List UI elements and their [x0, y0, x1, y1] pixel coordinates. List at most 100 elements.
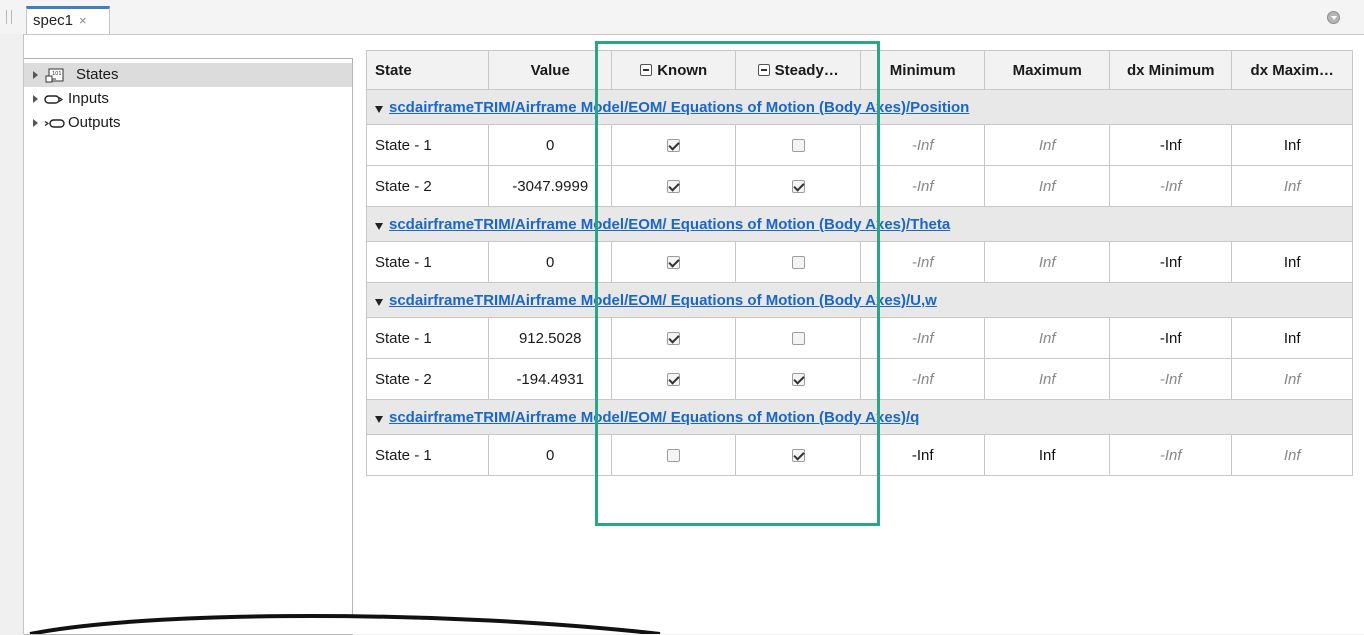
close-tab-icon[interactable]: ×	[79, 13, 87, 28]
dx-maximum-cell[interactable]: Inf	[1231, 165, 1353, 207]
torn-edge-decoration	[0, 614, 700, 634]
steady-checkbox[interactable]	[791, 139, 805, 153]
group-cell: scdairframeTRIM/Airframe Model/EOM/ Equa…	[366, 282, 1353, 318]
block-path-link[interactable]: scdairframeTRIM/Airframe Model/EOM/ Equa…	[389, 409, 919, 426]
minimum-cell[interactable]: -Inf	[859, 165, 986, 207]
value-cell[interactable]: -194.4931	[488, 358, 612, 400]
known-cell	[610, 434, 737, 476]
states-icon: 101	[45, 68, 64, 83]
minimum-cell[interactable]: -Inf	[859, 241, 986, 283]
known-checkbox[interactable]	[667, 256, 681, 270]
known-cell	[610, 165, 737, 207]
dx-maximum-cell[interactable]: Inf	[1231, 241, 1353, 283]
column-header-dx-maximum[interactable]: dx Maxim…	[1231, 50, 1353, 90]
column-header-maximum[interactable]: Maximum	[984, 50, 1110, 90]
table-row: State - 1 912.5028 -Inf Inf -Inf Inf	[365, 317, 1353, 359]
expand-arrow-icon[interactable]	[33, 119, 38, 127]
group-cell: scdairframeTRIM/Airframe Model/EOM/ Equa…	[366, 206, 1353, 242]
table-row: State - 1 0 -Inf Inf -Inf Inf	[365, 434, 1353, 476]
dx-minimum-cell[interactable]: -Inf	[1108, 358, 1233, 400]
steady-checkbox[interactable]	[791, 449, 805, 463]
table-row: State - 1 0 -Inf Inf -Inf Inf	[365, 124, 1353, 166]
maximum-cell[interactable]: Inf	[984, 434, 1110, 476]
tree-item-states[interactable]: 101 States	[24, 63, 352, 87]
dx-minimum-cell[interactable]: -Inf	[1108, 165, 1233, 207]
maximum-cell[interactable]: Inf	[984, 358, 1110, 400]
select-all-known-checkbox[interactable]	[640, 63, 653, 76]
minimum-cell[interactable]: -Inf	[859, 124, 986, 166]
state-name-cell: State - 2	[365, 358, 490, 400]
tree-item-inputs[interactable]: Inputs	[24, 87, 352, 111]
states-table: State Value Known Steady… Minimum Maximu…	[365, 50, 1353, 476]
dx-minimum-cell[interactable]: -Inf	[1108, 241, 1233, 283]
collapse-arrow-icon[interactable]	[375, 105, 383, 113]
steady-checkbox[interactable]	[791, 373, 805, 387]
column-header-dx-minimum[interactable]: dx Minimum	[1108, 50, 1233, 90]
dx-maximum-cell[interactable]: Inf	[1231, 434, 1353, 476]
dx-minimum-cell[interactable]: -Inf	[1108, 317, 1233, 359]
block-path-link[interactable]: scdairframeTRIM/Airframe Model/EOM/ Equa…	[389, 216, 950, 233]
dx-maximum-cell[interactable]: Inf	[1231, 317, 1353, 359]
known-checkbox[interactable]	[667, 449, 681, 463]
table-header-row: State Value Known Steady… Minimum Maximu…	[365, 50, 1353, 90]
block-path-link[interactable]: scdairframeTRIM/Airframe Model/EOM/ Equa…	[389, 99, 969, 116]
known-checkbox[interactable]	[667, 139, 681, 153]
steady-checkbox[interactable]	[791, 332, 805, 346]
column-header-known[interactable]: Known	[610, 50, 737, 90]
minimum-cell[interactable]: -Inf	[859, 358, 986, 400]
value-cell[interactable]: 912.5028	[488, 317, 612, 359]
known-checkbox[interactable]	[667, 373, 681, 387]
table-row: State - 1 0 -Inf Inf -Inf Inf	[365, 241, 1353, 283]
steady-cell	[735, 241, 861, 283]
collapse-arrow-icon[interactable]	[375, 298, 383, 306]
maximum-cell[interactable]: Inf	[984, 165, 1110, 207]
column-header-steady[interactable]: Steady…	[735, 50, 861, 90]
maximum-cell[interactable]: Inf	[984, 241, 1110, 283]
known-checkbox[interactable]	[667, 332, 681, 346]
value-cell[interactable]: -3047.9999	[488, 165, 612, 207]
collapse-arrow-icon[interactable]	[375, 222, 383, 230]
table-row: State - 2 -3047.9999 -Inf Inf -Inf Inf	[365, 165, 1353, 207]
document-tab-bar: spec1 ×	[0, 0, 1364, 34]
collapse-arrow-icon[interactable]	[375, 415, 383, 423]
minimum-cell[interactable]: -Inf	[859, 317, 986, 359]
tab-spec1[interactable]: spec1 ×	[26, 6, 110, 34]
value-cell[interactable]: 0	[488, 434, 612, 476]
maximum-cell[interactable]: Inf	[984, 317, 1110, 359]
steady-cell	[735, 434, 861, 476]
known-cell	[610, 241, 737, 283]
steady-checkbox[interactable]	[791, 180, 805, 194]
select-all-steady-checkbox[interactable]	[757, 63, 770, 76]
expand-arrow-icon[interactable]	[33, 95, 38, 103]
group-row: scdairframeTRIM/Airframe Model/EOM/ Equa…	[366, 282, 1353, 318]
value-cell[interactable]: 0	[488, 124, 612, 166]
dx-maximum-cell[interactable]: Inf	[1231, 124, 1353, 166]
column-header-state[interactable]: State	[365, 50, 490, 90]
expand-arrow-icon[interactable]	[33, 71, 38, 79]
steady-checkbox[interactable]	[791, 256, 805, 270]
spec-tree: 101 States Inputs Outputs	[24, 58, 353, 635]
steady-cell	[735, 124, 861, 166]
tree-item-label: Outputs	[68, 114, 121, 131]
minimum-cell[interactable]: -Inf	[859, 434, 986, 476]
column-header-minimum[interactable]: Minimum	[859, 50, 986, 90]
state-name-cell: State - 1	[365, 241, 490, 283]
maximum-cell[interactable]: Inf	[984, 124, 1110, 166]
table-row: State - 2 -194.4931 -Inf Inf -Inf Inf	[365, 358, 1353, 400]
dx-minimum-cell[interactable]: -Inf	[1108, 434, 1233, 476]
tree-item-outputs[interactable]: Outputs	[24, 111, 352, 135]
known-checkbox[interactable]	[667, 180, 681, 194]
known-cell	[610, 358, 737, 400]
tree-item-label: Inputs	[68, 90, 109, 107]
drag-grip-icon[interactable]	[6, 10, 12, 24]
panel-menu-icon[interactable]	[1327, 11, 1340, 24]
column-header-value[interactable]: Value	[488, 50, 612, 90]
dx-maximum-cell[interactable]: Inf	[1231, 358, 1353, 400]
svg-text:101: 101	[52, 71, 62, 77]
dx-minimum-cell[interactable]: -Inf	[1108, 124, 1233, 166]
value-cell[interactable]: 0	[488, 241, 612, 283]
group-cell: scdairframeTRIM/Airframe Model/EOM/ Equa…	[366, 399, 1353, 435]
state-name-cell: State - 1	[365, 434, 490, 476]
block-path-link[interactable]: scdairframeTRIM/Airframe Model/EOM/ Equa…	[389, 292, 937, 309]
state-name-cell: State - 1	[365, 124, 490, 166]
